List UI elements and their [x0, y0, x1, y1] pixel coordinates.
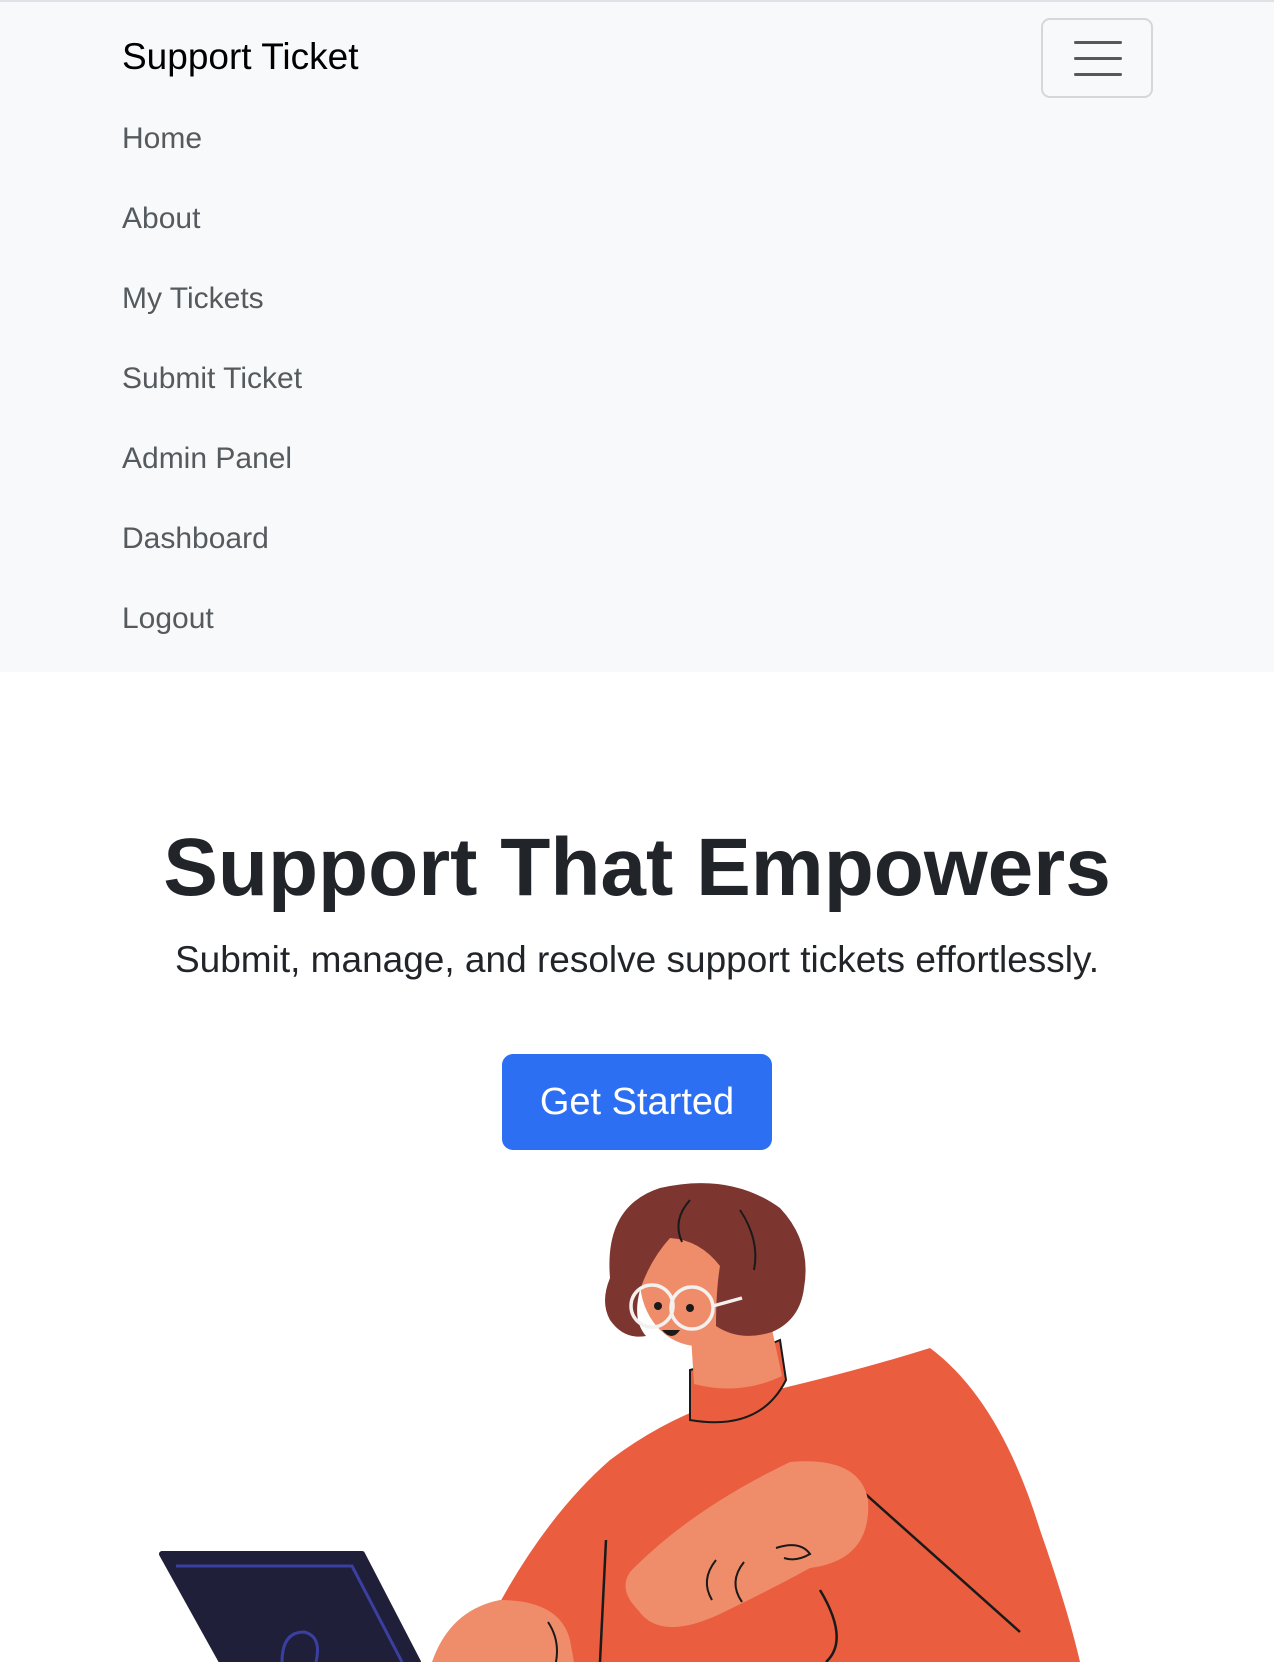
navbar-brand[interactable]: Support Ticket — [122, 34, 359, 80]
nav-link-admin-panel[interactable]: Admin Panel — [122, 439, 292, 479]
laptop-icon — [159, 1551, 421, 1662]
get-started-button[interactable]: Get Started — [502, 1054, 772, 1150]
nav-item-home: Home — [122, 119, 302, 199]
hero-subtitle: Submit, manage, and resolve support tick… — [174, 939, 1100, 980]
nav-item-about: About — [122, 199, 302, 279]
nav-item-logout: Logout — [122, 599, 302, 679]
nav-link-home[interactable]: Home — [122, 119, 202, 159]
nav-menu: Home About My Tickets Submit Ticket Admi… — [122, 119, 302, 679]
nav-item-submit-ticket: Submit Ticket — [122, 359, 302, 439]
nav-item-dashboard: Dashboard — [122, 519, 302, 599]
nav-link-submit-ticket[interactable]: Submit Ticket — [122, 359, 302, 399]
nav-item-admin-panel: Admin Panel — [122, 439, 302, 519]
navbar-toggler-button[interactable] — [1041, 18, 1153, 98]
nav-link-dashboard[interactable]: Dashboard — [122, 519, 269, 559]
navbar: Support Ticket Home About My Tickets Sub… — [0, 0, 1274, 672]
nav-link-about[interactable]: About — [122, 199, 200, 239]
nav-item-my-tickets: My Tickets — [122, 279, 302, 359]
nav-link-my-tickets[interactable]: My Tickets — [122, 279, 264, 319]
nav-link-logout[interactable]: Logout — [122, 599, 214, 639]
support-agent-illustration — [159, 1183, 1080, 1662]
hero-title: Support That Empowers — [163, 822, 1111, 913]
hamburger-menu-icon — [1074, 41, 1122, 77]
